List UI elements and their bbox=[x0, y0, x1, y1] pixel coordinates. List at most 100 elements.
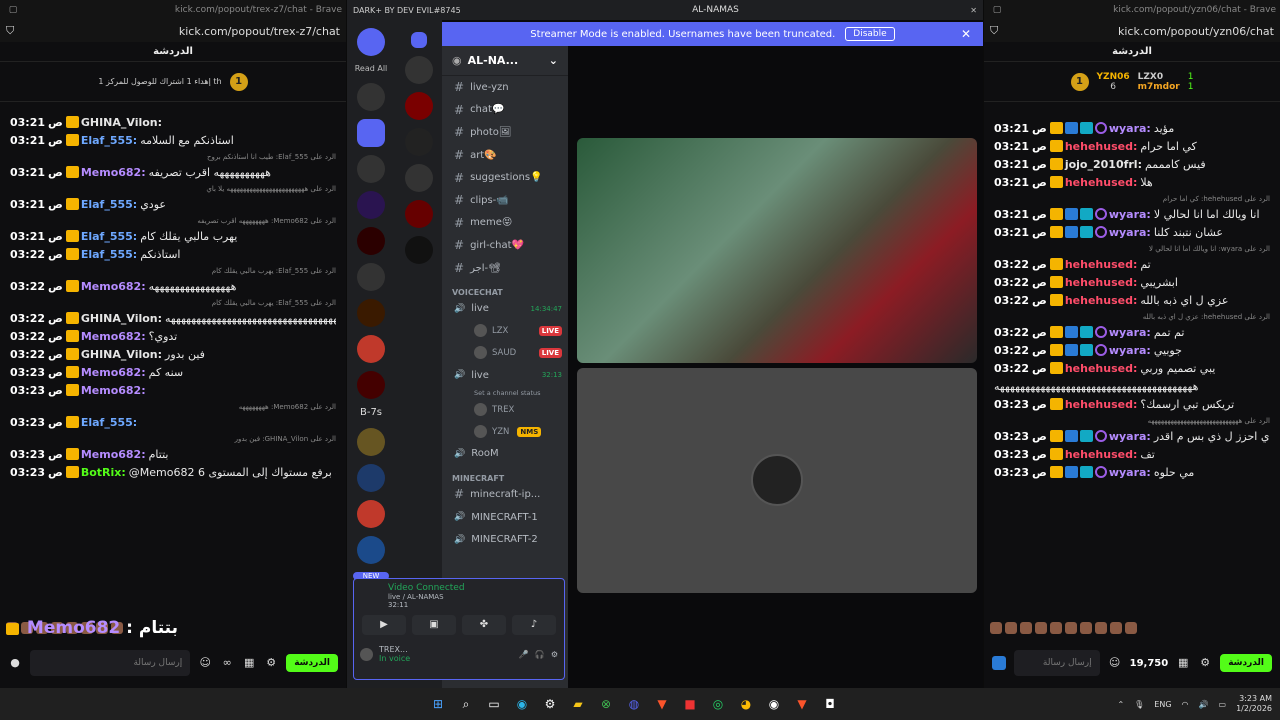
app-icon[interactable]: ■ bbox=[679, 693, 701, 715]
store-icon[interactable]: ▦ bbox=[242, 656, 256, 670]
headphones-icon[interactable]: 🎧 bbox=[535, 650, 545, 659]
message-user[interactable]: hehehused: bbox=[1065, 294, 1138, 307]
text-channel[interactable]: # girl-chat💖 bbox=[442, 234, 568, 257]
server-icon[interactable] bbox=[404, 236, 433, 264]
chrome-icon[interactable]: ◕ bbox=[735, 693, 757, 715]
voice-channel[interactable]: 🔊 MINECRAFT-2 bbox=[442, 528, 568, 551]
app-icon[interactable]: ◘ bbox=[819, 693, 841, 715]
video-stream[interactable] bbox=[577, 138, 977, 363]
server-header[interactable]: ◉ AL-NA... ⌄ bbox=[442, 46, 568, 76]
voice-channel[interactable]: 🔊 RooM bbox=[442, 443, 568, 466]
camera-button[interactable]: ▶ bbox=[362, 615, 406, 635]
folder-icon[interactable] bbox=[357, 119, 385, 147]
windows-start-icon[interactable]: ⊞ bbox=[427, 693, 449, 715]
volume-icon[interactable]: 🔊 bbox=[1199, 700, 1209, 709]
text-channel[interactable]: # chat💬 bbox=[442, 99, 568, 122]
emoji-icon[interactable]: ☺ bbox=[1108, 656, 1122, 670]
minimize-icon[interactable]: ▢ bbox=[988, 5, 1006, 15]
whatsapp-icon[interactable]: ◎ bbox=[707, 693, 729, 715]
chat-input[interactable]: إرسال رسالة bbox=[1014, 650, 1100, 676]
message-user[interactable]: hehehused: bbox=[1065, 398, 1138, 411]
chevron-up-icon[interactable]: ⌃ bbox=[1117, 700, 1124, 709]
chat-message[interactable]: 03:21 ص GHINA_Vilon: bbox=[10, 116, 336, 130]
text-channel[interactable]: # minecraft-ip... bbox=[442, 483, 568, 506]
message-user[interactable]: hehehused: bbox=[1065, 176, 1138, 189]
server-icon[interactable] bbox=[357, 428, 385, 456]
chat-message[interactable]: 03:23ص BotRix:@Memo682 قمت برفع مستواك إل… bbox=[10, 466, 336, 480]
server-icon[interactable] bbox=[357, 263, 385, 291]
chat-message[interactable]: 03:22 ص GHINA_Vilon: هههههههههههههههههههههه… bbox=[10, 312, 336, 326]
app-icon[interactable]: ◉ bbox=[763, 693, 785, 715]
message-user[interactable]: wyara: bbox=[1109, 208, 1151, 221]
text-channel[interactable]: # suggestions💡 bbox=[442, 166, 568, 189]
emote-icon[interactable] bbox=[1035, 622, 1047, 634]
chat-message[interactable]: 03:23 ص Memo682: bbox=[10, 384, 336, 398]
chat-message[interactable]: هههههههههههههههههههههههههههههههههههههههه bbox=[994, 380, 1270, 394]
chat-message[interactable]: 03:23 ص wyara: ودي احزز ل ذي بس م اقدر bbox=[994, 430, 1270, 444]
xbox-icon[interactable]: ⊗ bbox=[595, 693, 617, 715]
read-all-button[interactable]: Read All bbox=[347, 64, 395, 73]
badge-icon[interactable] bbox=[992, 656, 1006, 670]
shield-icon[interactable]: ⛉ bbox=[6, 24, 14, 38]
chat-message[interactable]: 03:22 ص Memo682: ههههههههههههههههه bbox=[10, 280, 336, 294]
emote-icon[interactable] bbox=[1005, 622, 1017, 634]
message-user[interactable]: wyara: bbox=[1109, 226, 1151, 239]
text-channel[interactable]: # art🎨 bbox=[442, 144, 568, 167]
mic-icon[interactable]: 🎤 bbox=[519, 650, 529, 659]
soundboard-button[interactable]: ♪ bbox=[512, 615, 556, 635]
chat-input[interactable]: إرسال رسالة bbox=[30, 650, 191, 676]
message-user[interactable]: wyara: bbox=[1109, 326, 1151, 339]
server-icon[interactable] bbox=[404, 92, 433, 120]
voice-channel[interactable]: 🔊 live 14:34:47 bbox=[442, 297, 568, 320]
discord-home-icon[interactable] bbox=[357, 28, 385, 56]
chat-message[interactable]: 03:21 ص wyara: عشان نتبند كلنا bbox=[994, 226, 1270, 240]
server-icon[interactable] bbox=[357, 299, 385, 327]
message-user[interactable]: BotRix: bbox=[81, 466, 126, 479]
edge-icon[interactable]: ◉ bbox=[511, 693, 533, 715]
emote-icon[interactable] bbox=[1065, 622, 1077, 634]
emote-icon[interactable] bbox=[1095, 622, 1107, 634]
chat-message[interactable]: 03:22 ص Elaf_555: استاذنكم bbox=[10, 248, 336, 262]
chat-message[interactable]: 03:23 ص Memo682: سنه كم bbox=[10, 366, 336, 380]
url-text[interactable]: kick.com/popout/trex-z7/chat bbox=[179, 25, 340, 38]
disable-button[interactable]: Disable bbox=[845, 27, 895, 41]
server-label[interactable]: B-7s bbox=[347, 407, 395, 418]
server-icon[interactable] bbox=[357, 155, 385, 183]
brave-icon[interactable]: ▼ bbox=[791, 693, 813, 715]
message-user[interactable]: jojo_2010frl: bbox=[1065, 158, 1142, 171]
voice-channel[interactable]: 🔊 live 32:13 bbox=[442, 364, 568, 387]
minimize-icon[interactable]: ▢ bbox=[4, 5, 22, 15]
shield-icon[interactable]: ⛉ bbox=[990, 24, 998, 38]
chat-message[interactable]: 03:21 ص wyara: مؤيد bbox=[994, 122, 1270, 136]
chat-message[interactable]: 03:21 ص hehehused: كي اما حرام bbox=[994, 140, 1270, 154]
avatar[interactable] bbox=[360, 647, 373, 661]
text-channel[interactable]: # meme😝 bbox=[442, 212, 568, 235]
text-channel[interactable]: # اجر-📽 bbox=[442, 257, 568, 280]
server-icon[interactable] bbox=[404, 200, 433, 228]
message-user[interactable]: GHINA_Vilon: bbox=[81, 116, 162, 129]
chat-message[interactable]: 03:23 ص hehehused: تف bbox=[994, 448, 1270, 462]
server-icon[interactable] bbox=[357, 371, 385, 399]
emote-icon[interactable] bbox=[1125, 622, 1137, 634]
chat-message[interactable]: 03:21 ص Elaf_555: عودي bbox=[10, 198, 336, 212]
message-user[interactable]: hehehused: bbox=[1065, 448, 1138, 461]
chat-message[interactable]: 03:22 ص GHINA_Vilon: فين بدور bbox=[10, 348, 336, 362]
chat-message[interactable]: 03:22 ص wyara: جوبيي bbox=[994, 344, 1270, 358]
mic-icon[interactable]: ● bbox=[8, 656, 22, 670]
message-user[interactable]: Elaf_555: bbox=[81, 248, 137, 261]
text-channel[interactable]: # photo🖼 bbox=[442, 121, 568, 144]
voice-user[interactable]: TREX bbox=[442, 399, 568, 421]
chat-message[interactable]: 03:23 ص hehehused: تريكس تبي ارسمك؟ bbox=[994, 398, 1270, 412]
chat-message[interactable]: 03:21 ص Memo682: ههههههههههه اقرب تصريفه bbox=[10, 166, 336, 180]
chat-message[interactable]: 03:21 ص hehehused: هلا bbox=[994, 176, 1270, 190]
brave-icon[interactable]: ▼ bbox=[651, 693, 673, 715]
discord-icon[interactable]: ◍ bbox=[623, 693, 645, 715]
message-user[interactable]: wyara: bbox=[1109, 466, 1151, 479]
message-user[interactable]: Elaf_555: bbox=[81, 230, 137, 243]
message-user[interactable]: hehehused: bbox=[1065, 258, 1138, 271]
screen-share-button[interactable]: ▣ bbox=[412, 615, 456, 635]
category-minecraft[interactable]: MINECRAFT bbox=[442, 465, 568, 483]
activities-button[interactable]: ✤ bbox=[462, 615, 506, 635]
emote-icon[interactable] bbox=[1110, 622, 1122, 634]
server-icon[interactable] bbox=[404, 164, 433, 192]
